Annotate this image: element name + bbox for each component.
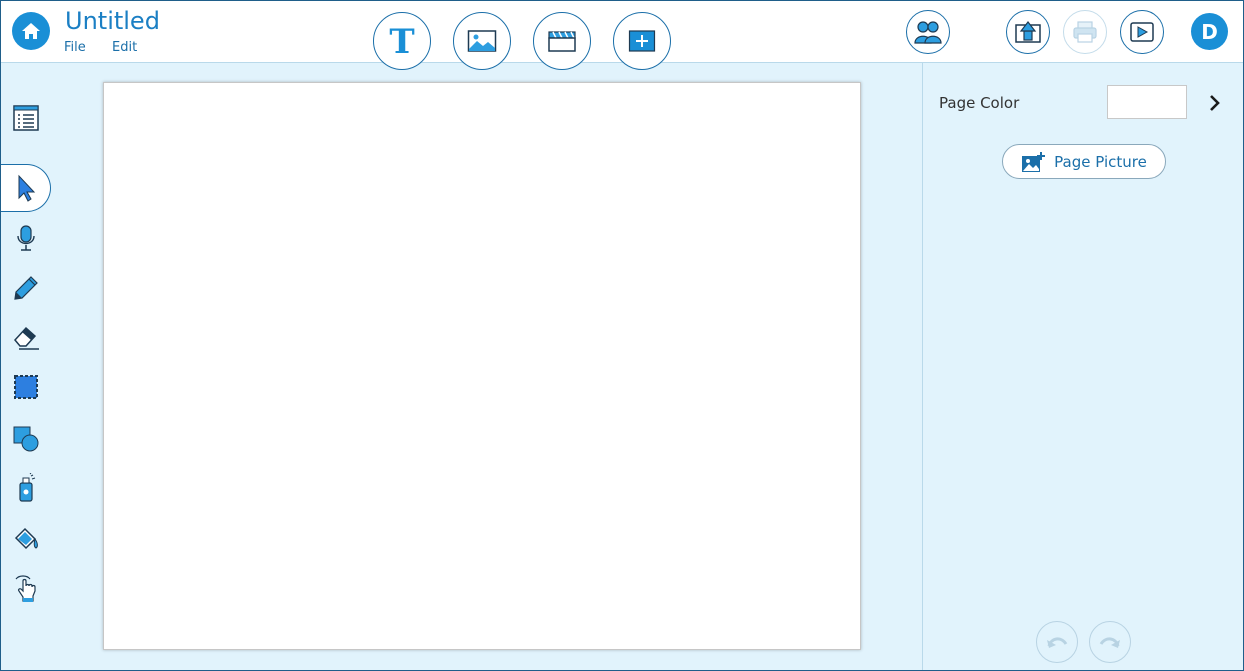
share-upload-icon: [1015, 21, 1041, 43]
redo-icon: [1099, 637, 1120, 648]
edit-menu[interactable]: Edit: [112, 40, 137, 55]
page-color-swatch[interactable]: [1107, 85, 1187, 119]
undo-icon: [1047, 637, 1068, 648]
collaborate-icon: [914, 21, 942, 44]
collaborate-button[interactable]: [906, 10, 950, 54]
page-color-label: Page Color: [939, 94, 1020, 112]
select-arrow-icon: [18, 174, 35, 202]
insert-image-button[interactable]: [453, 12, 511, 70]
svg-text:T: T: [389, 25, 414, 57]
page-picture-label: Page Picture: [1054, 152, 1147, 171]
app-window: Untitled File Edit D T Page Color Page P…: [0, 0, 1244, 671]
present-play-icon: [1130, 22, 1154, 42]
share-button[interactable]: [1006, 10, 1050, 54]
spray-tool[interactable]: [1, 464, 51, 512]
print-button[interactable]: [1063, 10, 1107, 54]
touch-tool[interactable]: [1, 564, 51, 612]
properties-panel: Page Color Page Picture: [922, 63, 1243, 670]
paint-bucket-icon: [14, 527, 38, 550]
insert-more-button[interactable]: [613, 12, 671, 70]
home-icon: [22, 23, 40, 39]
insert-text-button[interactable]: T: [373, 12, 431, 70]
document-title[interactable]: Untitled: [65, 7, 160, 35]
text-icon: T: [389, 25, 414, 57]
file-menu[interactable]: File: [64, 40, 86, 55]
page-color-expand-button[interactable]: [1205, 91, 1225, 115]
print-icon: [1073, 21, 1097, 43]
chevron-right-icon: [1210, 95, 1220, 111]
insert-video-button[interactable]: [533, 12, 591, 70]
image-icon: [467, 30, 497, 52]
eraser-tool[interactable]: [1, 313, 51, 361]
shapes-tool[interactable]: [1, 415, 51, 463]
select-tool[interactable]: [1, 164, 51, 212]
fill-tool[interactable]: [1, 515, 51, 563]
selection-box-icon: [14, 375, 38, 399]
home-button[interactable]: [12, 12, 50, 50]
add-box-icon: [628, 30, 656, 52]
page-list-button[interactable]: [1, 94, 51, 142]
present-button[interactable]: [1120, 10, 1164, 54]
microphone-icon: [17, 225, 35, 251]
page-list-icon: [13, 105, 39, 131]
pencil-icon: [14, 276, 38, 300]
eraser-icon: [14, 326, 39, 350]
page-canvas[interactable]: [103, 82, 861, 650]
audio-tool[interactable]: [1, 214, 51, 262]
shapes-icon: [13, 426, 39, 452]
video-clapper-icon: [548, 31, 576, 52]
add-picture-icon: [1022, 151, 1046, 172]
pencil-tool[interactable]: [1, 264, 51, 312]
spray-paint-icon: [19, 473, 36, 502]
redo-button[interactable]: [1089, 621, 1131, 663]
page-picture-button[interactable]: Page Picture: [1002, 144, 1166, 179]
selection-box-tool[interactable]: [1, 363, 51, 411]
user-avatar[interactable]: D: [1191, 13, 1228, 50]
touch-hand-icon: [15, 575, 36, 602]
undo-button[interactable]: [1036, 621, 1078, 663]
